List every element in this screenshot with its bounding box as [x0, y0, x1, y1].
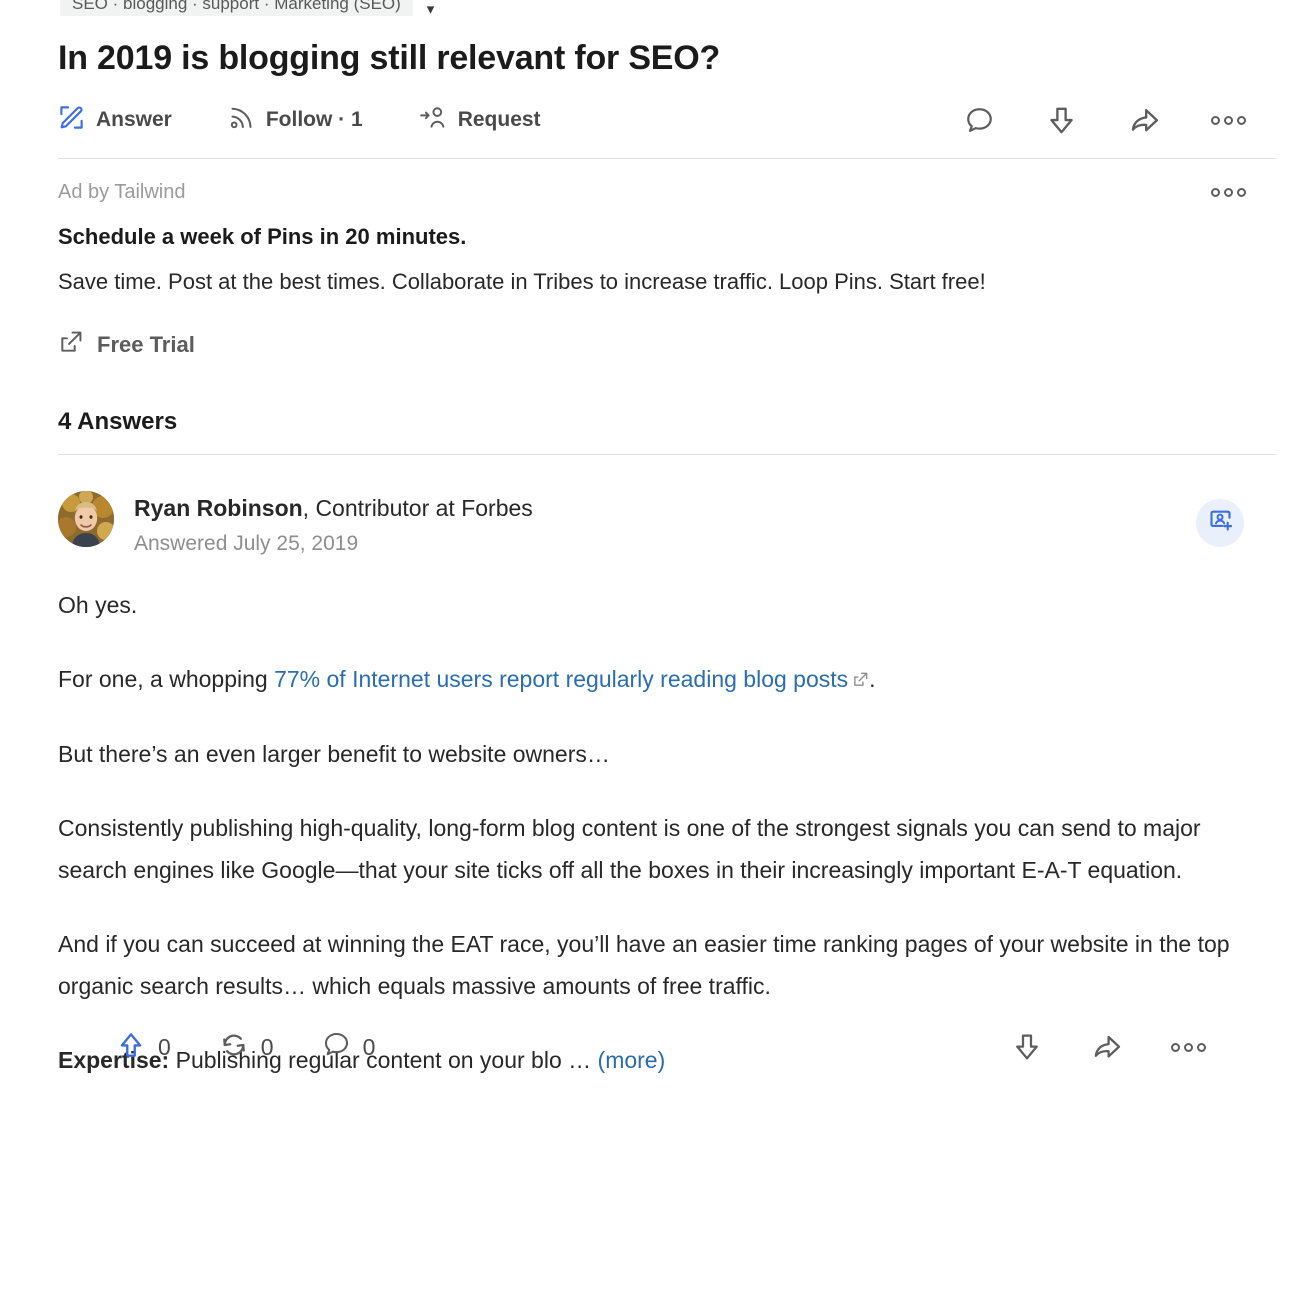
answered-date: Answered July 25, 2019: [134, 532, 359, 555]
ad-cta-button[interactable]: Free Trial: [58, 329, 1256, 360]
dot: [1224, 115, 1233, 125]
repost-icon: [219, 1030, 249, 1065]
upvote-arrow-icon: [116, 1030, 146, 1065]
page-title: In 2019 is blogging still relevant for S…: [58, 39, 721, 77]
request-button-label: Request: [457, 108, 541, 131]
answer-button-label: Answer: [96, 108, 172, 131]
avatar[interactable]: [58, 491, 114, 547]
answer-secondary-actions: [1011, 1031, 1206, 1063]
upvote-count: 0: [158, 1033, 171, 1060]
share-arrow-icon[interactable]: [1091, 1031, 1123, 1063]
ad-headline[interactable]: Schedule a week of Pins in 20 minutes.: [58, 224, 1256, 250]
upvote-button[interactable]: 0: [116, 1030, 171, 1065]
repost-button[interactable]: 0: [219, 1030, 274, 1065]
answers-count: 4 Answers: [58, 408, 178, 435]
divider: [58, 158, 1276, 159]
answer-button[interactable]: Answer: [58, 104, 172, 136]
caret-down-icon[interactable]: ▾: [427, 0, 435, 16]
share-arrow-icon[interactable]: [1128, 104, 1161, 137]
author-info: Ryan Robinson, Contributor at Forbes Ans…: [134, 491, 533, 556]
dot: [1197, 1042, 1206, 1052]
blog-stat-link[interactable]: 77% of Internet users report regularly r…: [274, 666, 848, 692]
external-link-icon: [58, 329, 84, 360]
dot: [1184, 1042, 1193, 1052]
dot: [1171, 1042, 1180, 1052]
dot: [1211, 188, 1220, 197]
divider: [58, 454, 1276, 455]
answer-paragraph: But there’s an even larger benefit to we…: [58, 741, 610, 767]
topic-breadcrumb-row: SEO · blogging · support · Marketing (SE…: [60, 0, 1256, 16]
author-credential: , Contributor at Forbes: [302, 495, 533, 521]
downvote-arrow-icon[interactable]: [1011, 1031, 1043, 1063]
answer-paragraph: And if you can succeed at winning the EA…: [58, 931, 1230, 999]
comment-bubble-icon[interactable]: [964, 105, 995, 136]
answer-card: Ryan Robinson, Contributor at Forbes Ans…: [58, 491, 1256, 1081]
downvote-arrow-icon[interactable]: [1045, 104, 1078, 137]
repost-count: 0: [260, 1033, 274, 1060]
question-action-row: Answer Follow · 1 Request: [58, 100, 1256, 140]
comment-count: 0: [362, 1033, 376, 1060]
comment-bubble-icon: [322, 1030, 351, 1064]
ad-header: Ad by Tailwind: [58, 181, 1256, 204]
ad-sponsor-label: Ad by Tailwind: [58, 181, 186, 203]
dot: [1224, 188, 1233, 197]
external-link-icon: [852, 659, 869, 701]
answer-paragraph: Consistently publishing high-quality, lo…: [58, 815, 1201, 883]
follow-user-button[interactable]: [1196, 499, 1244, 547]
author-line: Ryan Robinson, Contributor at Forbes: [134, 493, 533, 523]
answer-paragraph: Oh yes.: [58, 592, 138, 618]
link-paragraph-suffix: .: [869, 666, 876, 692]
request-button[interactable]: Request: [419, 104, 541, 136]
link-paragraph-prefix: For one, a whopping: [58, 666, 275, 692]
answer-author-row: Ryan Robinson, Contributor at Forbes Ans…: [58, 491, 1256, 556]
comment-button[interactable]: 0: [322, 1030, 376, 1064]
dot: [1237, 115, 1246, 125]
pencil-answer-icon: [58, 104, 85, 136]
ad-body-text: Save time. Post at the best times. Colla…: [58, 269, 986, 294]
answer-paragraph-with-link: For one, a whopping 77% of Internet user…: [58, 658, 1256, 701]
question-secondary-actions: [964, 104, 1256, 137]
follow-button[interactable]: Follow · 1: [228, 104, 363, 136]
more-options-icon[interactable]: [1171, 1042, 1206, 1052]
rss-follow-icon: [228, 104, 255, 136]
add-person-icon: [1207, 507, 1234, 539]
ad-more-options-icon[interactable]: [1211, 188, 1246, 197]
more-options-icon[interactable]: [1211, 115, 1246, 125]
answer-footer: 0 0 0: [116, 1027, 1206, 1067]
sponsored-ad: Ad by Tailwind Schedule a week of Pins i…: [58, 181, 1256, 360]
topic-chip[interactable]: SEO · blogging · support · Marketing (SE…: [60, 0, 413, 16]
answer-body: Oh yes. For one, a whopping 77% of Inter…: [58, 584, 1256, 1081]
ad-cta-label: Free Trial: [97, 331, 195, 357]
request-person-icon: [419, 104, 447, 136]
author-name[interactable]: Ryan Robinson: [134, 495, 303, 521]
follow-button-label: Follow · 1: [265, 108, 363, 131]
dot: [1237, 188, 1246, 197]
question-page: SEO · blogging · support · Marketing (SE…: [0, 0, 1296, 1300]
dot: [1211, 115, 1220, 125]
